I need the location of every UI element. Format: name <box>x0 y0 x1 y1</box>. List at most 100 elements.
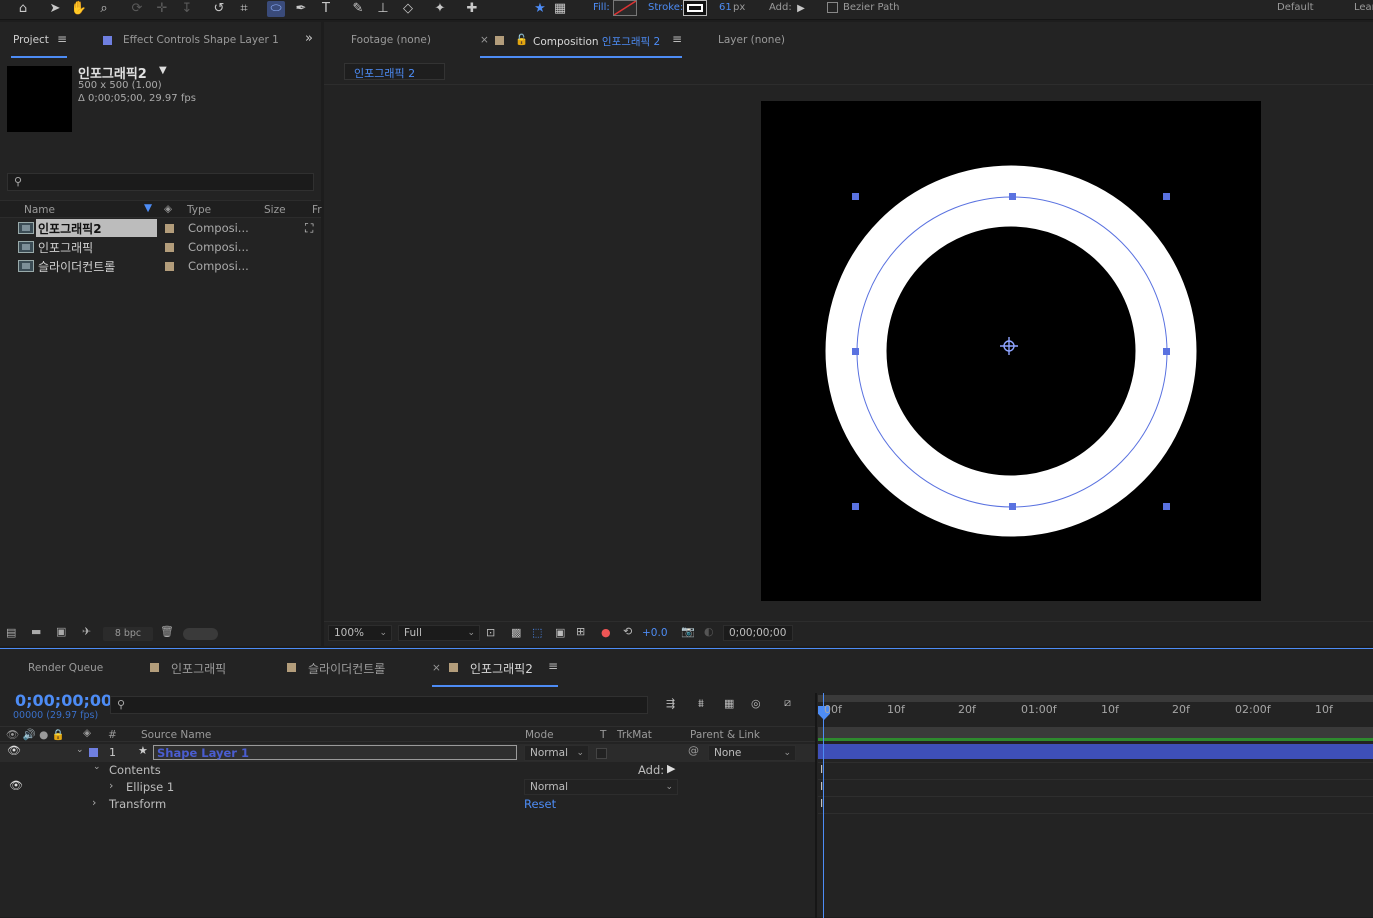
tab-project[interactable]: Project <box>13 34 49 46</box>
stroke-swatch[interactable] <box>683 0 707 16</box>
trash-icon[interactable]: 🗑 <box>160 625 174 638</box>
show-snapshot-icon[interactable]: ◐ <box>704 625 714 638</box>
roto-brush-tool-icon[interactable]: ✦ <box>431 1 449 17</box>
tool-creates-mask-icon[interactable]: ▦ <box>551 1 569 17</box>
label-color-swatch[interactable] <box>165 262 174 271</box>
pick-whip-icon[interactable]: @ <box>688 744 699 757</box>
region-of-interest-icon[interactable]: ▣ <box>555 626 565 639</box>
fill-swatch[interactable] <box>613 0 637 16</box>
frame-blending-icon[interactable]: ▦ <box>724 697 734 710</box>
ellipse-tool-icon[interactable]: ⬭ <box>267 1 285 17</box>
transform-row[interactable]: › Transform Reset <box>0 796 817 813</box>
eraser-tool-icon[interactable]: ◇ <box>399 1 417 17</box>
reset-exposure-icon[interactable]: ⟲ <box>623 625 632 638</box>
comp-breadcrumb[interactable]: 인포그래픽 2 <box>344 63 445 80</box>
new-composition-icon[interactable]: ▣ <box>56 625 66 638</box>
col-parent[interactable]: Parent & Link <box>690 729 760 741</box>
close-tab-icon[interactable]: × <box>480 34 489 46</box>
lock-icon[interactable]: 🔓 <box>515 33 528 46</box>
stroke-width-value[interactable]: 61 <box>719 2 732 13</box>
current-time[interactable]: 0;00;00;00 <box>15 691 112 710</box>
label-color-swatch[interactable] <box>165 224 174 233</box>
layer-mode-dropdown[interactable]: Normal ⌄ <box>524 745 589 761</box>
timeline-tab-active[interactable]: 인포그래픽2 <box>470 660 533 677</box>
graph-editor-icon[interactable]: ⧄ <box>784 696 791 710</box>
work-area-bar[interactable] <box>818 695 1373 702</box>
comp-dropdown-icon[interactable]: ▼ <box>159 65 167 76</box>
bounding-box-handle[interactable] <box>1163 193 1170 200</box>
orbit-camera-icon[interactable]: ⟳ <box>128 1 146 17</box>
composition-menu-icon[interactable]: ≡ <box>672 32 682 46</box>
draft-3d-icon[interactable]: ⩩ <box>698 697 704 711</box>
resolution-dropdown[interactable]: Full ⌄ <box>398 625 480 641</box>
anchor-point-tool-icon[interactable]: ⌗ <box>235 1 253 17</box>
bezier-path-checkbox[interactable] <box>827 2 838 13</box>
project-search-input[interactable]: ⚲ <box>7 173 314 191</box>
pen-tool-icon[interactable]: ✒ <box>292 1 310 17</box>
project-item[interactable]: 인포그래픽 Composi... <box>0 238 305 257</box>
col-name[interactable]: Name <box>24 204 55 216</box>
fast-previews-icon[interactable]: ⊡ <box>486 626 495 639</box>
twirl-open-icon[interactable]: ⌄ <box>76 745 84 755</box>
bounding-box-handle[interactable] <box>1163 348 1170 355</box>
home-icon[interactable]: ⌂ <box>14 1 32 17</box>
transparency-grid-icon[interactable]: ▩ <box>511 626 521 639</box>
clone-stamp-tool-icon[interactable]: ⊥ <box>374 1 392 17</box>
add-contents-icon[interactable]: ▶ <box>667 762 675 775</box>
layer-label-color[interactable] <box>89 748 98 757</box>
zoom-dropdown[interactable]: 100% ⌄ <box>328 625 392 641</box>
preserve-transparency-checkbox[interactable] <box>596 748 607 759</box>
col-source-name[interactable]: Source Name <box>141 729 211 741</box>
tab-composition[interactable]: Composition 인포그래픽 2 <box>533 34 660 49</box>
comp-mini-flowchart-icon[interactable]: ⇶ <box>666 697 675 710</box>
composition-canvas[interactable] <box>761 101 1261 601</box>
twirl-closed-icon[interactable]: › <box>109 779 113 792</box>
timeline-search-input[interactable]: ⚲ <box>110 696 648 714</box>
project-menu-icon[interactable]: ≡ <box>57 32 67 46</box>
adjust-project-settings-icon[interactable]: ✈ <box>82 625 91 638</box>
bounding-box-handle[interactable] <box>1009 193 1016 200</box>
col-mode[interactable]: Mode <box>525 729 554 741</box>
bounding-box-handle[interactable] <box>1163 503 1170 510</box>
layer-name-field[interactable]: Shape Layer 1 <box>153 745 517 760</box>
label-tag-icon[interactable]: ◈ <box>164 203 172 215</box>
tab-footage[interactable]: Footage (none) <box>351 34 431 46</box>
viewer-timecode[interactable]: 0;00;00;00 <box>723 625 793 641</box>
workspace-default[interactable]: Default <box>1277 2 1314 13</box>
sort-arrow-icon[interactable]: ▼ <box>144 202 152 214</box>
type-tool-icon[interactable]: T <box>317 1 335 17</box>
fill-label[interactable]: Fill: <box>593 2 610 13</box>
interpret-footage-icon[interactable]: ▤ <box>6 626 16 639</box>
project-item[interactable]: 슬라이더컨트롤 Composi... <box>0 257 305 276</box>
ellipse-row[interactable]: 👁 › Ellipse 1 Normal ⌄ <box>0 779 817 796</box>
layer-row[interactable]: 👁 ⌄ 1 ★ Shape Layer 1 Normal ⌄ @ None ⌄ <box>0 744 817 762</box>
col-fr[interactable]: Fr <box>312 204 322 216</box>
transform-label[interactable]: Transform <box>109 797 166 811</box>
visibility-eye-icon[interactable]: 👁 <box>7 744 21 757</box>
ellipse-label[interactable]: Ellipse 1 <box>126 780 174 794</box>
label-color-swatch[interactable] <box>165 243 174 252</box>
exposure-value[interactable]: +0.0 <box>642 627 668 639</box>
channels-icon[interactable]: ● <box>601 626 611 639</box>
workspace-learn[interactable]: Lear <box>1354 2 1373 13</box>
tab-effect-controls[interactable]: Effect Controls Shape Layer 1 <box>123 34 279 46</box>
tab-render-queue[interactable]: Render Queue <box>28 662 103 674</box>
project-item[interactable]: 인포그래픽2 Composi... ⛶ <box>0 219 313 238</box>
puppet-pin-tool-icon[interactable]: ✚ <box>463 1 481 17</box>
twirl-open-icon[interactable]: ⌄ <box>93 762 101 772</box>
label-column-icon[interactable]: ◈ <box>83 727 91 739</box>
thumbnail-size-slider[interactable] <box>183 628 218 640</box>
layer-duration-bar[interactable] <box>818 744 1373 759</box>
brush-tool-icon[interactable]: ✎ <box>349 1 367 17</box>
bounding-box-handle[interactable] <box>852 348 859 355</box>
add-arrow-icon[interactable]: ▶ <box>792 1 810 17</box>
dolly-camera-icon[interactable]: ↧ <box>178 1 196 17</box>
new-folder-icon[interactable]: ▬ <box>31 625 41 638</box>
close-tab-icon[interactable]: × <box>432 662 441 674</box>
parent-dropdown[interactable]: None ⌄ <box>708 745 796 761</box>
pan-camera-icon[interactable]: ✛ <box>153 1 171 17</box>
reset-link[interactable]: Reset <box>524 797 556 811</box>
ellipse-mode-dropdown[interactable]: Normal ⌄ <box>524 779 678 795</box>
bounding-box-handle[interactable] <box>1009 503 1016 510</box>
timeline-tab[interactable]: 슬라이더컨트롤 <box>308 660 385 677</box>
